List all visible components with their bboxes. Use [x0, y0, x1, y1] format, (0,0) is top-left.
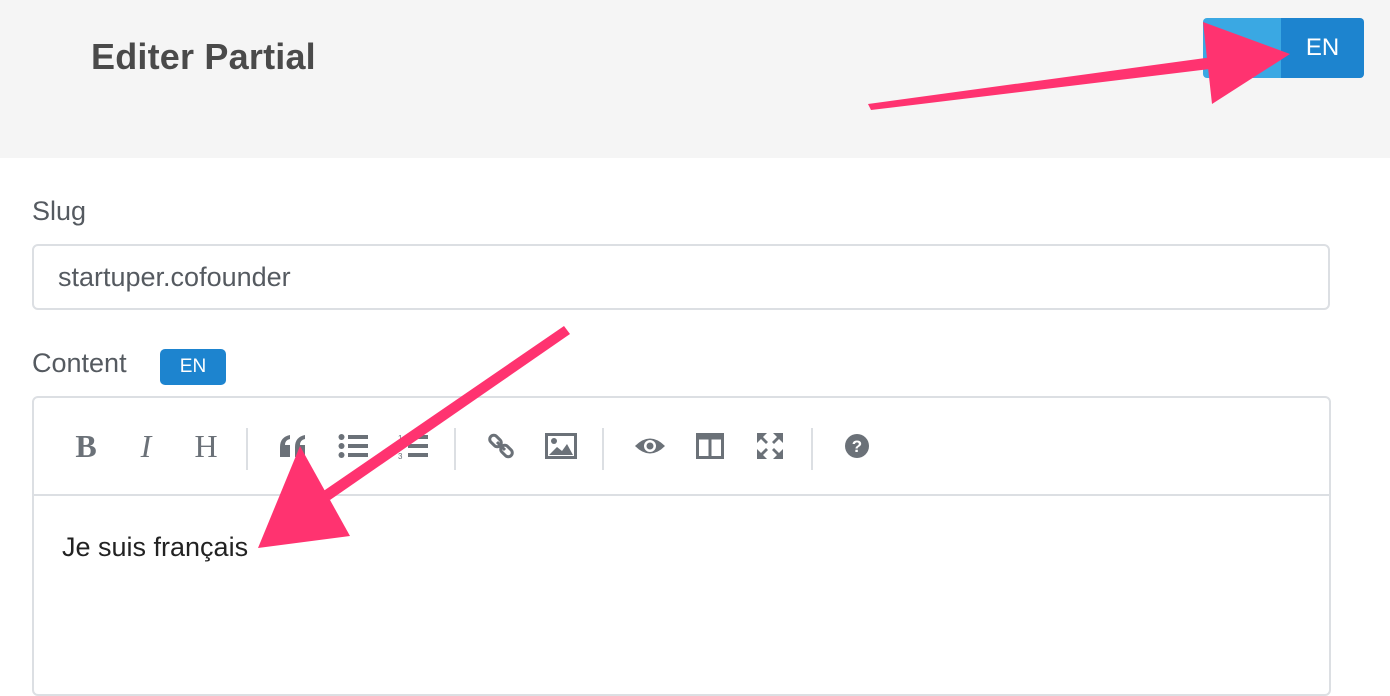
content-label: Content — [32, 348, 127, 378]
heading-label: H — [194, 428, 218, 464]
slug-label: Slug — [32, 196, 87, 226]
quote-button[interactable] — [273, 426, 313, 466]
svg-text:?: ? — [852, 437, 862, 456]
ordered-list-button[interactable]: 1 2 3 — [393, 426, 433, 466]
toolbar-separator — [811, 428, 813, 470]
bold-label: B — [75, 428, 97, 464]
ordered-list-icon: 1 2 3 — [398, 434, 428, 459]
side-by-side-button[interactable] — [690, 426, 730, 466]
bold-button[interactable]: B — [66, 426, 106, 466]
svg-text:2: 2 — [398, 443, 403, 452]
fullscreen-button[interactable] — [750, 426, 790, 466]
toolbar-separator — [602, 428, 604, 470]
editor-toolbar: B I H 1 2 3 ? — [34, 398, 1329, 496]
italic-label: I — [140, 428, 152, 464]
columns-icon — [696, 433, 724, 459]
svg-text:1: 1 — [398, 434, 403, 443]
language-option-alt[interactable] — [1203, 18, 1281, 78]
image-button[interactable] — [541, 426, 581, 466]
language-switch[interactable]: EN — [1203, 18, 1364, 78]
page-header: Editer Partial EN — [0, 0, 1390, 158]
eye-icon — [635, 438, 665, 454]
unordered-list-button[interactable] — [333, 426, 373, 466]
svg-text:3: 3 — [398, 452, 403, 459]
toolbar-separator — [454, 428, 456, 470]
page-title: Editer Partial — [91, 36, 316, 77]
markdown-editor: B I H 1 2 3 ? Je suis français — [32, 396, 1331, 696]
content-language-badge[interactable]: EN — [160, 349, 226, 385]
preview-button[interactable] — [630, 426, 670, 466]
link-button[interactable] — [481, 426, 521, 466]
fullscreen-icon — [757, 433, 783, 459]
heading-button[interactable]: H — [186, 426, 226, 466]
help-icon: ? — [845, 434, 869, 458]
slug-input[interactable] — [32, 244, 1330, 310]
toolbar-separator — [246, 428, 248, 470]
language-option-en[interactable]: EN — [1281, 18, 1364, 78]
link-icon — [488, 433, 514, 459]
quote-icon — [280, 435, 305, 457]
image-icon — [545, 433, 577, 459]
italic-button[interactable]: I — [126, 426, 166, 466]
editor-content[interactable]: Je suis français — [62, 532, 248, 563]
guide-button[interactable]: ? — [837, 426, 877, 466]
unordered-list-icon — [338, 434, 368, 458]
